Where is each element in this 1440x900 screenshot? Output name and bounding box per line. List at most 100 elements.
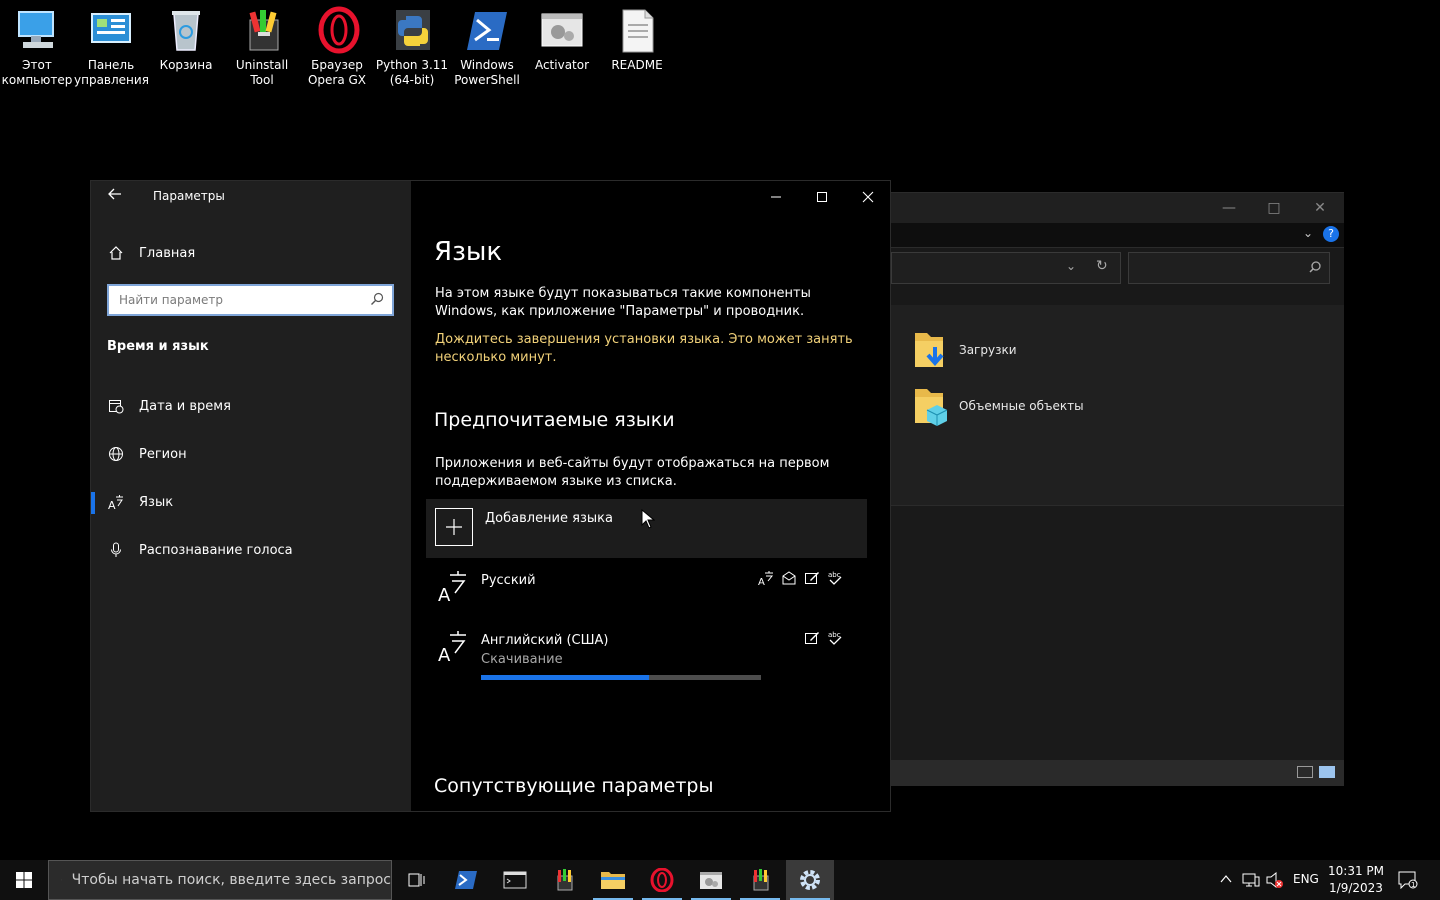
display-language-icon: A: [758, 570, 774, 588]
taskbar-uninstall-tool-2[interactable]: [736, 860, 784, 900]
search-icon: [1309, 261, 1321, 273]
desktop-icon-readme[interactable]: README: [600, 6, 674, 73]
desktop-icon-control-panel[interactable]: Панель управления: [74, 6, 149, 88]
taskbar-clock[interactable]: 10:31 PM 1/9/2023: [1318, 863, 1394, 897]
taskbar-opera-gx[interactable]: [638, 860, 686, 900]
mouse-cursor-icon: [641, 509, 655, 529]
computer-icon: [13, 6, 61, 56]
search-input[interactable]: [117, 286, 361, 314]
desktop-icon-computer[interactable]: Этот компьютер: [0, 6, 74, 88]
list-item[interactable]: Объемные объекты: [913, 385, 1084, 427]
sidebar-item-label: Дата и время: [139, 398, 231, 414]
taskbar-file-explorer[interactable]: [589, 860, 637, 900]
explorer-content: Загрузки Объемные объекты: [891, 305, 1344, 505]
calendar-clock-icon: [107, 397, 125, 415]
progress-fill: [481, 675, 649, 680]
svg-text:abc: abc: [828, 571, 841, 579]
taskbar-powershell[interactable]: [442, 860, 490, 900]
help-icon[interactable]: ?: [1323, 226, 1339, 242]
active-indicator: [91, 492, 95, 514]
control-panel-icon: [87, 6, 135, 56]
chevron-down-icon[interactable]: ⌄: [1303, 226, 1313, 240]
item-label: Объемные объекты: [959, 399, 1084, 413]
uninstall-tool-icon: [753, 869, 769, 891]
sidebar-item-speech[interactable]: Распознавание голоса: [107, 538, 293, 562]
volume-muted-icon[interactable]: [1266, 871, 1284, 892]
desktop-icon-label: Браузер Opera GX: [307, 58, 367, 87]
svg-text:A: A: [108, 499, 116, 510]
explorer-titlebar[interactable]: — □ ✕: [891, 193, 1344, 223]
language-item-russian[interactable]: A Русский A abc: [426, 561, 867, 621]
start-button[interactable]: [0, 860, 48, 900]
intro-text: На этом языке будут показываться такие к…: [435, 286, 811, 319]
settings-main: Язык На этом языке будут показываться та…: [411, 181, 891, 811]
clock-date: 1/9/2023: [1329, 881, 1383, 895]
desktop-icon-label: Activator: [534, 58, 590, 72]
refresh-icon[interactable]: ↻: [1096, 258, 1108, 274]
speech-icon: [781, 570, 797, 586]
search-icon: [61, 879, 62, 881]
item-label: Загрузки: [959, 343, 1017, 357]
sidebar-item-label: Язык: [139, 494, 174, 510]
chevron-down-icon[interactable]: ⌄: [1066, 259, 1076, 273]
list-item[interactable]: Загрузки: [913, 329, 1017, 371]
desktop-icon-powershell[interactable]: Windows PowerShell: [450, 6, 524, 88]
desktop-icon-label: Python 3.11 (64-bit): [375, 58, 449, 87]
maximize-icon[interactable]: □: [1264, 199, 1284, 217]
desktop-icon-recycle-bin[interactable]: Корзина: [149, 6, 223, 73]
details-view-icon[interactable]: [1297, 766, 1313, 778]
taskbar-uninstall-tool[interactable]: [540, 860, 588, 900]
python-icon: [388, 6, 436, 56]
explorer-search-input[interactable]: [1128, 252, 1330, 284]
opera-gx-icon: [650, 868, 674, 892]
sidebar-item-date-time[interactable]: Дата и время: [107, 394, 231, 418]
downloads-folder-icon: [913, 329, 951, 371]
notifications-icon[interactable]: 1: [1398, 871, 1418, 893]
uninstall-tool-icon: [557, 869, 573, 891]
file-explorer-window[interactable]: — □ ✕ ⌄ ? ⌄ ↻ Загрузки Объемные объекты: [891, 192, 1344, 786]
settings-window[interactable]: Параметры Главная Время и язык Дата и вр…: [90, 180, 891, 812]
sidebar-item-home[interactable]: Главная: [107, 241, 195, 265]
desktop-icon-uninstall-tool[interactable]: Uninstall Tool: [225, 6, 299, 88]
activator-icon: [538, 6, 586, 56]
activator-icon: [700, 872, 722, 889]
svg-text:A: A: [758, 577, 765, 586]
taskbar-terminal[interactable]: [491, 860, 539, 900]
language-icon: A: [438, 569, 468, 606]
chevron-up-icon[interactable]: [1219, 871, 1233, 890]
address-bar[interactable]: ⌄ ↻: [891, 252, 1121, 284]
sidebar-item-language[interactable]: A Язык: [107, 490, 173, 514]
window-title: Параметры: [153, 189, 225, 203]
language-status: Скачивание: [481, 652, 563, 667]
taskbar-settings[interactable]: [786, 860, 834, 900]
back-button[interactable]: [105, 187, 125, 207]
text-file-icon: [613, 6, 661, 56]
clock-time: 10:31 PM: [1328, 864, 1384, 878]
desktop-icon-activator[interactable]: Activator: [525, 6, 599, 73]
desktop-icon-label: README: [611, 58, 663, 72]
input-language-indicator[interactable]: ENG: [1293, 872, 1319, 886]
preferred-languages-heading: Предпочитаемые языки: [434, 409, 675, 431]
terminal-icon: [503, 871, 527, 889]
close-icon[interactable]: ✕: [1310, 199, 1330, 217]
taskbar-search[interactable]: Чтобы начать поиск, введите здесь запрос: [48, 860, 392, 900]
desktop-icon-opera-gx[interactable]: Браузер Opera GX: [300, 6, 374, 88]
powershell-icon: [455, 871, 477, 889]
minimize-icon[interactable]: —: [1219, 199, 1239, 217]
settings-sidebar: Параметры Главная Время и язык Дата и вр…: [91, 181, 411, 811]
settings-search[interactable]: [107, 284, 394, 316]
explorer-ribbon: ⌄ ?: [891, 223, 1344, 248]
section-title: Время и язык: [107, 339, 209, 354]
language-item-english-us[interactable]: A Английский (США) Скачивание abc: [426, 621, 867, 681]
language-name: Русский: [481, 573, 536, 588]
tiles-view-icon[interactable]: [1319, 766, 1335, 778]
taskbar-activator[interactable]: [687, 860, 735, 900]
handwriting-icon: [804, 630, 820, 646]
desktop-icon-label: Этот компьютер: [1, 58, 73, 87]
taskbar-task-view[interactable]: [392, 860, 440, 900]
desktop-icon-python[interactable]: Python 3.11 (64-bit): [375, 6, 449, 88]
desktop-icon-label: Панель управления: [74, 58, 149, 87]
sidebar-item-region[interactable]: Регион: [107, 442, 187, 466]
powershell-icon: [463, 6, 511, 56]
network-icon[interactable]: [1242, 872, 1260, 892]
